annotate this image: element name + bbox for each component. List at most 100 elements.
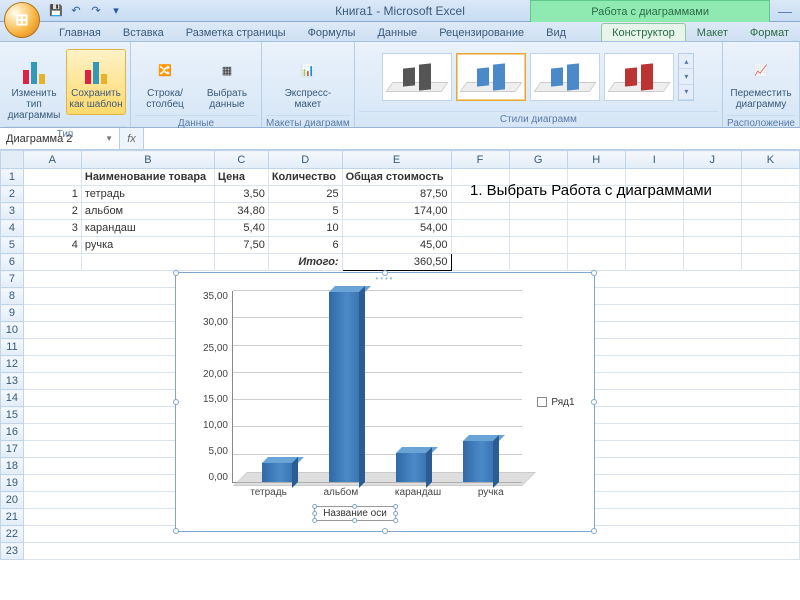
cell[interactable]: Итого: [268, 254, 342, 271]
cell[interactable]: 7,50 [214, 237, 268, 254]
col-header[interactable]: I [625, 151, 683, 169]
chart-bar[interactable] [463, 441, 493, 482]
tab-view[interactable]: Вид [535, 23, 577, 41]
col-header[interactable]: B [81, 151, 214, 169]
resize-handle[interactable] [591, 528, 597, 534]
chart-style-1[interactable] [382, 53, 452, 101]
row-header[interactable]: 9 [1, 305, 24, 322]
row-header[interactable]: 6 [1, 254, 24, 271]
cell[interactable]: 34,80 [214, 203, 268, 220]
office-button[interactable]: ⊞ [4, 2, 40, 38]
row-header[interactable]: 5 [1, 237, 24, 254]
row-header[interactable]: 22 [1, 526, 24, 543]
chart-object[interactable]: •••• 35,0030,0025,0020,0015,0010,005,000… [175, 272, 595, 532]
chart-axis-title[interactable]: Название оси [314, 506, 396, 521]
fx-icon[interactable]: fx [120, 128, 144, 149]
tab-insert[interactable]: Вставка [112, 23, 175, 41]
tab-home[interactable]: Главная [48, 23, 112, 41]
cell[interactable]: 45,00 [342, 237, 451, 254]
tab-layout[interactable]: Макет [686, 23, 739, 41]
switch-row-column-button[interactable]: 🔀 Строка/столбец [135, 49, 195, 115]
row-header[interactable]: 19 [1, 475, 24, 492]
row-header[interactable]: 15 [1, 407, 24, 424]
col-header[interactable]: A [23, 151, 81, 169]
qat-dropdown-icon[interactable]: ▾ [108, 3, 124, 19]
chart-bar[interactable] [262, 463, 292, 482]
cell[interactable]: 1 [23, 186, 81, 203]
worksheet-grid[interactable]: A B C D E F G H I J K 1 Наименование тов… [0, 150, 800, 600]
name-box[interactable]: Диаграмма 2▼ [0, 128, 120, 149]
more-icon[interactable]: ▾ [679, 85, 693, 100]
resize-handle[interactable] [173, 270, 179, 276]
cell[interactable]: 87,50 [342, 186, 451, 203]
chart-style-4[interactable] [604, 53, 674, 101]
cell[interactable]: 6 [268, 237, 342, 254]
chart-bars[interactable] [243, 291, 512, 482]
tab-data[interactable]: Данные [366, 23, 428, 41]
col-header[interactable]: C [214, 151, 268, 169]
cell[interactable]: 2 [23, 203, 81, 220]
row-header[interactable]: 10 [1, 322, 24, 339]
row-header[interactable]: 17 [1, 441, 24, 458]
cell[interactable]: 3 [23, 220, 81, 237]
formula-input[interactable] [144, 128, 800, 149]
chart-legend[interactable]: Ряд1 [526, 281, 586, 523]
tab-format[interactable]: Формат [739, 23, 800, 41]
cell[interactable]: Количество [268, 169, 342, 186]
col-header[interactable]: G [509, 151, 567, 169]
chevron-down-icon[interactable]: ▼ [105, 134, 113, 143]
row-header[interactable]: 7 [1, 271, 24, 288]
cell[interactable]: тетрадь [81, 186, 214, 203]
chart-style-3[interactable] [530, 53, 600, 101]
minimize-icon[interactable]: — [778, 3, 792, 19]
row-header[interactable]: 8 [1, 288, 24, 305]
chart-plot-area[interactable]: 35,0030,0025,0020,0015,0010,005,000,00 т… [184, 281, 526, 523]
cell[interactable]: альбом [81, 203, 214, 220]
chart-bar[interactable] [396, 453, 426, 482]
move-chart-button[interactable]: 📈 Переместить диаграмму [731, 49, 791, 115]
resize-handle[interactable] [173, 528, 179, 534]
select-data-button[interactable]: ▦ Выбрать данные [197, 49, 257, 115]
row-header[interactable]: 4 [1, 220, 24, 237]
row-header[interactable]: 3 [1, 203, 24, 220]
col-header[interactable]: J [683, 151, 741, 169]
cell[interactable]: 25 [268, 186, 342, 203]
resize-handle[interactable] [591, 399, 597, 405]
row-header[interactable]: 2 [1, 186, 24, 203]
chevron-up-icon[interactable]: ▴ [679, 54, 693, 69]
resize-handle[interactable] [591, 270, 597, 276]
col-header[interactable]: E [342, 151, 451, 169]
row-header[interactable]: 13 [1, 373, 24, 390]
cell[interactable]: 54,00 [342, 220, 451, 237]
undo-icon[interactable]: ↶ [68, 3, 84, 19]
cell[interactable]: 3,50 [214, 186, 268, 203]
col-header[interactable]: H [567, 151, 625, 169]
row-header[interactable]: 12 [1, 356, 24, 373]
col-header[interactable]: K [741, 151, 799, 169]
chevron-down-icon[interactable]: ▾ [679, 69, 693, 84]
chart-style-2[interactable] [456, 53, 526, 101]
cell[interactable]: 174,00 [342, 203, 451, 220]
resize-handle[interactable] [382, 270, 388, 276]
resize-handle[interactable] [382, 528, 388, 534]
row-header[interactable]: 18 [1, 458, 24, 475]
tab-pagelayout[interactable]: Разметка страницы [175, 23, 297, 41]
resize-handle[interactable] [173, 399, 179, 405]
cell[interactable]: 360,50 [342, 254, 451, 271]
row-header[interactable]: 11 [1, 339, 24, 356]
save-icon[interactable]: 💾 [48, 3, 64, 19]
save-as-template-button[interactable]: Сохранить как шаблон [66, 49, 126, 115]
cell[interactable]: Общая стоимость [342, 169, 451, 186]
cell[interactable]: карандаш [81, 220, 214, 237]
row-header[interactable]: 20 [1, 492, 24, 509]
select-all-corner[interactable] [1, 151, 24, 169]
style-gallery-scroll[interactable]: ▴▾▾ [678, 53, 694, 101]
tab-design[interactable]: Конструктор [601, 23, 686, 41]
row-header[interactable]: 21 [1, 509, 24, 526]
tab-review[interactable]: Рецензирование [428, 23, 535, 41]
row-header[interactable]: 23 [1, 543, 24, 560]
change-chart-type-button[interactable]: Изменить тип диаграммы [4, 49, 64, 126]
cell[interactable]: Наименование товара [81, 169, 214, 186]
cell[interactable]: ручка [81, 237, 214, 254]
cell[interactable]: 4 [23, 237, 81, 254]
